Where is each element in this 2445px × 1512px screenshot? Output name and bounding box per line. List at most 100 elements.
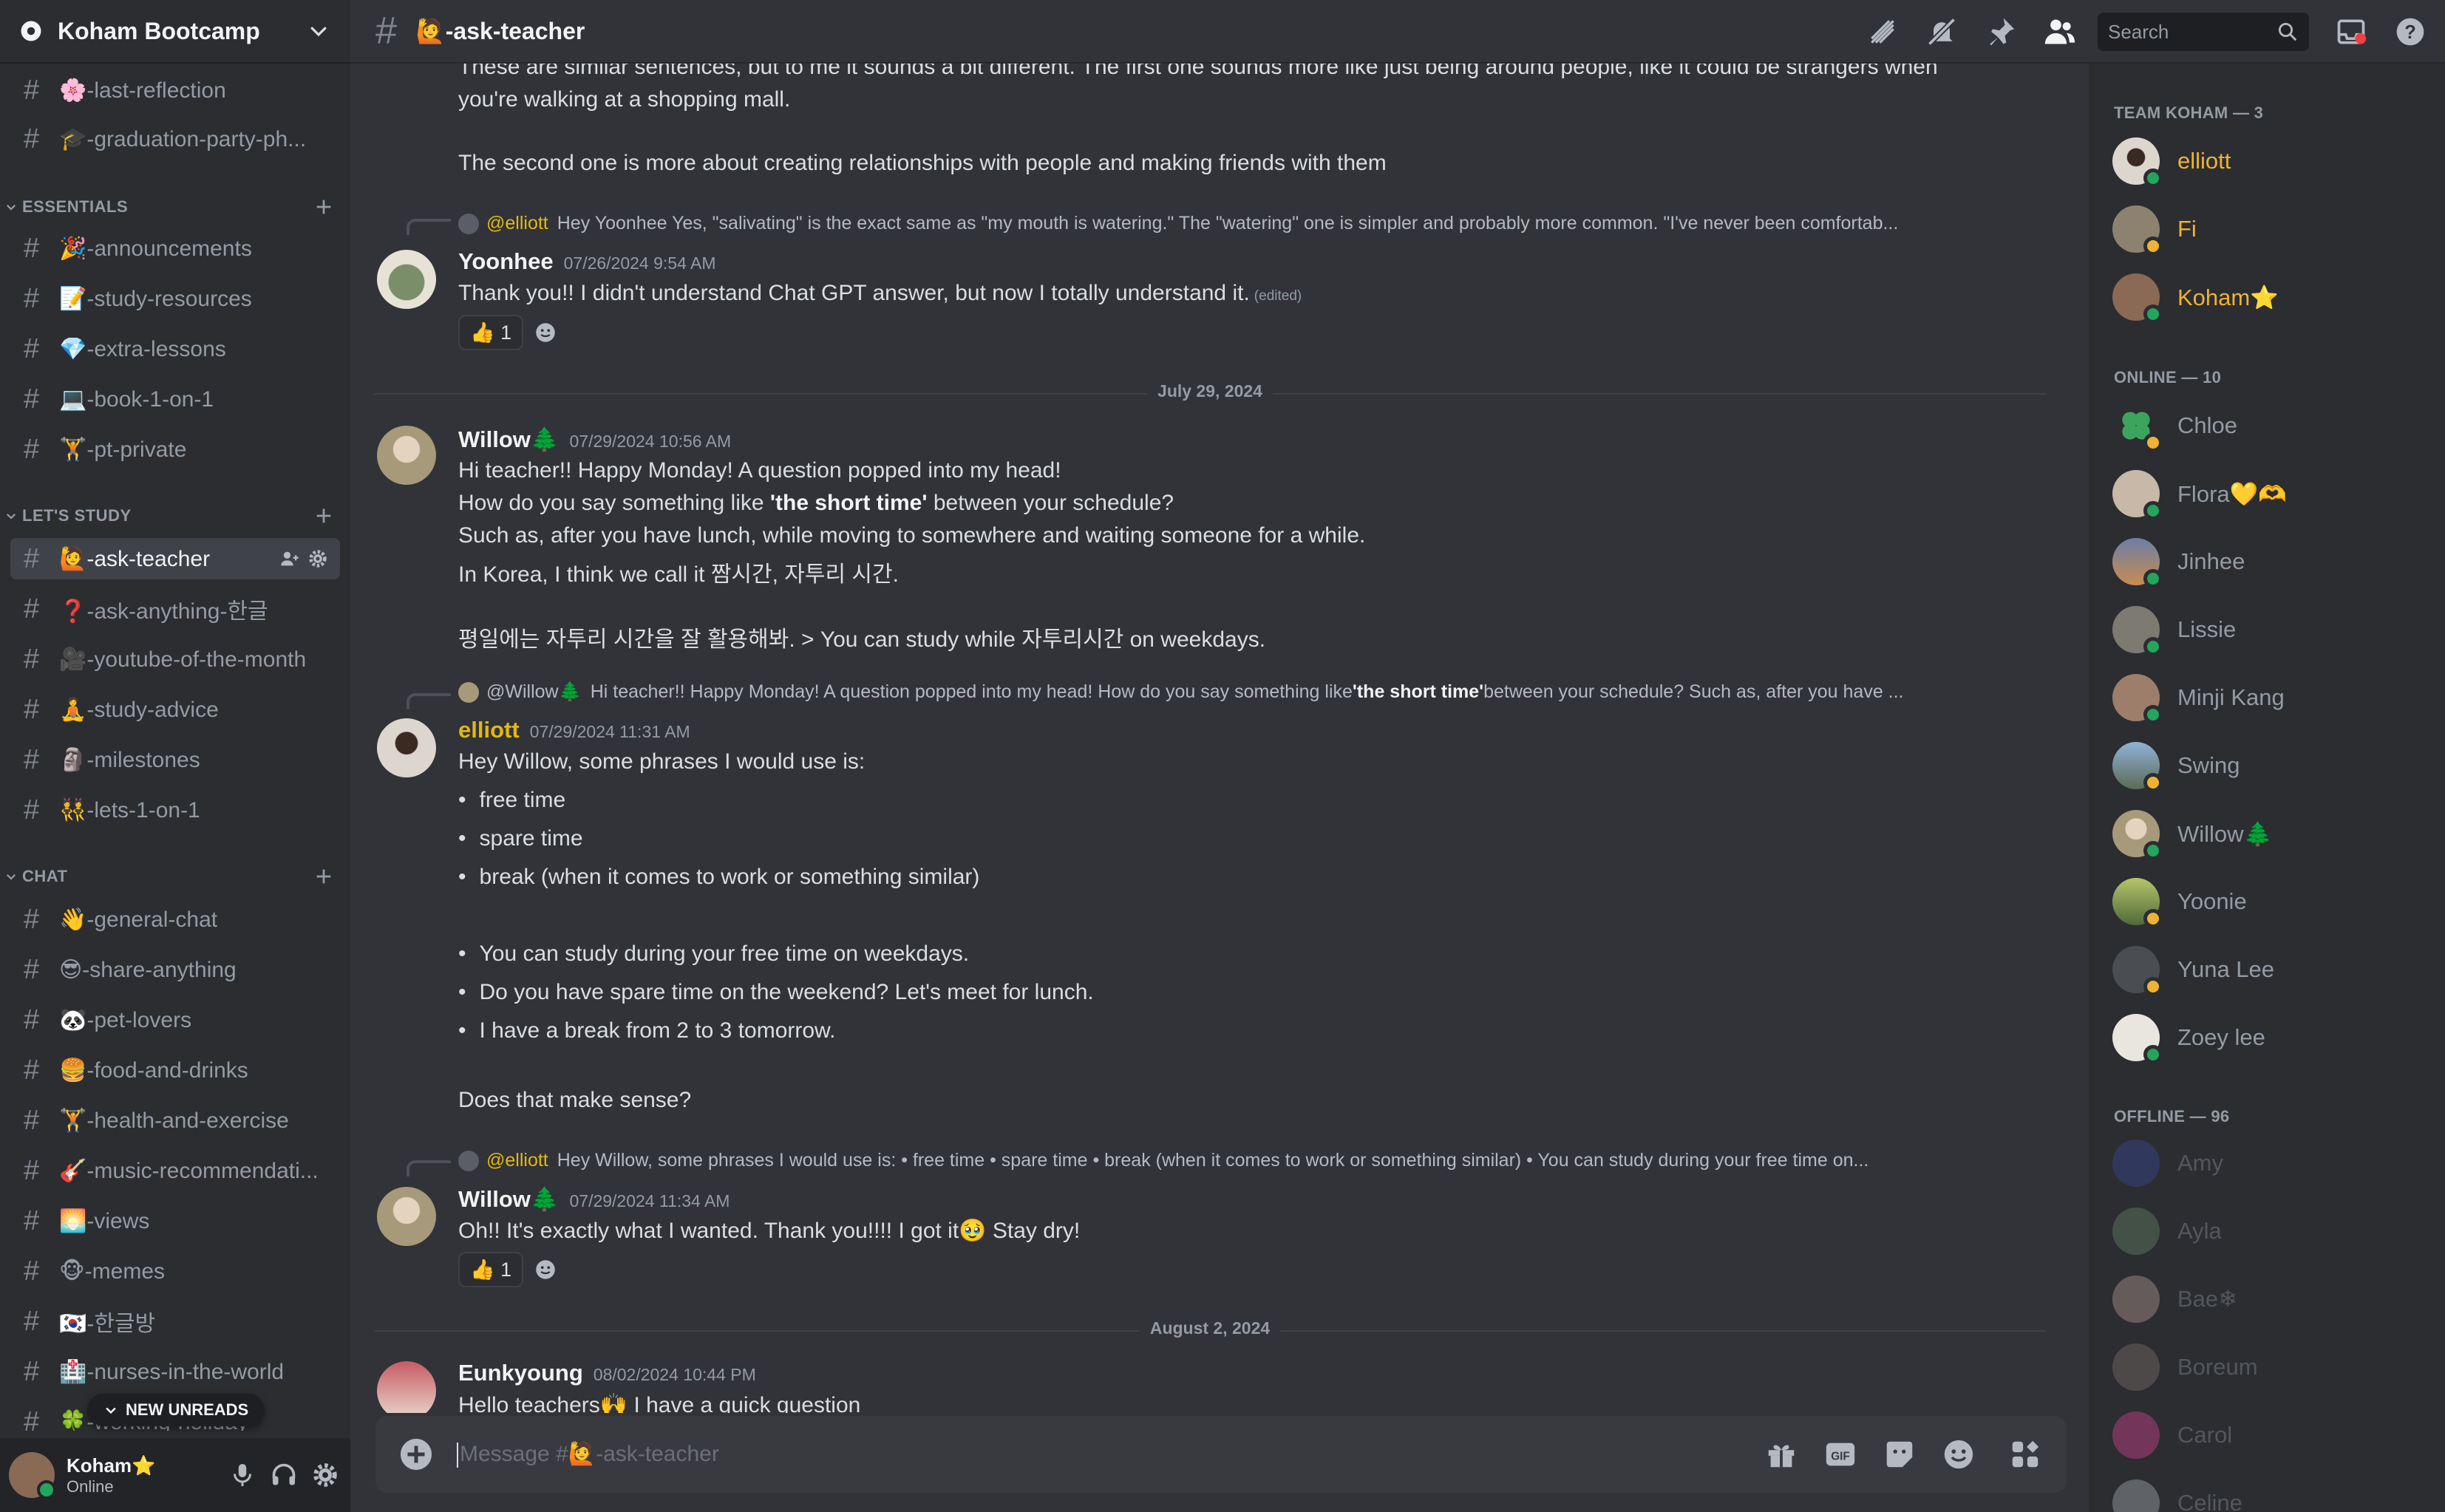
member-item[interactable]: Willow🌲 xyxy=(2112,804,2430,863)
channel-views[interactable]: # 🌅-views xyxy=(10,1200,340,1242)
channel-share-anything[interactable]: # 😎-share-anything xyxy=(10,949,340,990)
channel-pt-private[interactable]: # 🏋-pt-private xyxy=(10,429,340,470)
message-timestamp: 07/29/2024 11:31 AM xyxy=(529,722,690,741)
deafen-button[interactable] xyxy=(268,1459,300,1491)
member-item[interactable]: Jinhee xyxy=(2112,532,2430,591)
pinned-messages-button[interactable] xyxy=(1984,15,2018,49)
member-item[interactable]: Zoey lee xyxy=(2112,1008,2430,1067)
server-header[interactable]: Koham Bootcamp xyxy=(0,0,350,64)
avatar[interactable] xyxy=(377,1361,436,1413)
message-input[interactable]: Message #🙋-ask-teacher xyxy=(457,1441,1764,1468)
reply-preview[interactable]: @elliott Hey Willow, some phrases I woul… xyxy=(458,1150,2010,1171)
channel-last-reflection[interactable]: # 🌸-last-reflection xyxy=(10,69,340,111)
channel-korean-room[interactable]: # 🇰🇷-한글방 xyxy=(10,1301,340,1342)
notification-settings-button[interactable] xyxy=(1925,15,1959,49)
create-channel-plus-icon[interactable] xyxy=(313,866,334,887)
member-item[interactable]: Yoonie xyxy=(2112,872,2430,931)
channel-milestones[interactable]: # 🗿-milestones xyxy=(10,739,340,780)
category-chat[interactable]: CHAT xyxy=(4,863,344,890)
message-content: In Korea, I think we call it 짬시간, 자투리 시간… xyxy=(458,562,899,587)
message-author[interactable]: Willow🌲 07/29/2024 10:56 AM xyxy=(458,426,731,453)
reply-preview[interactable]: @Willow🌲 Hi teacher!! Happy Monday! A qu… xyxy=(458,681,2010,703)
create-channel-plus-icon[interactable] xyxy=(313,197,334,217)
gear-icon[interactable] xyxy=(307,548,328,569)
member-item[interactable]: Ayla xyxy=(2112,1202,2430,1261)
member-item[interactable]: Bae❄ xyxy=(2112,1270,2430,1329)
create-channel-plus-icon[interactable] xyxy=(313,505,334,526)
chevron-down-icon[interactable] xyxy=(307,20,330,42)
category-lets-study[interactable]: LET'S STUDY xyxy=(4,503,344,529)
search-input[interactable]: Search xyxy=(2098,13,2309,51)
channel-youtube-of-the-month[interactable]: # 🎥-youtube-of-the-month xyxy=(10,638,340,680)
member-item[interactable]: Amy xyxy=(2112,1134,2430,1193)
member-item[interactable]: Lissie xyxy=(2112,600,2430,659)
member-item[interactable]: Chloe xyxy=(2112,396,2430,455)
gift-button[interactable] xyxy=(1764,1437,1799,1472)
channel-ask-anything[interactable]: # ❓-ask-anything-한글 xyxy=(10,588,340,630)
member-item[interactable]: elliott xyxy=(2112,132,2430,191)
channel-extra-lessons[interactable]: # 💎-extra-lessons xyxy=(10,328,340,370)
channel-study-advice[interactable]: # 🧘-study-advice xyxy=(10,689,340,730)
help-button[interactable]: ? xyxy=(2393,15,2427,49)
channel-music-recommendations[interactable]: # 🎸-music-recommendati... xyxy=(10,1150,340,1191)
user-panel-names[interactable]: Koham⭐ Online xyxy=(67,1454,226,1496)
message-author[interactable]: Yoonhee 07/26/2024 9:54 AM xyxy=(458,248,716,275)
hash-icon: # xyxy=(375,10,397,52)
channel-ask-teacher[interactable]: # 🙋-ask-teacher xyxy=(10,538,340,579)
category-essentials[interactable]: ESSENTIALS xyxy=(4,194,344,220)
avatar[interactable] xyxy=(377,1187,436,1246)
avatar xyxy=(2112,1411,2160,1459)
gif-icon: GIF xyxy=(1826,1443,1855,1466)
member-item[interactable]: Minji Kang xyxy=(2112,668,2430,727)
member-item[interactable]: Carol xyxy=(2112,1406,2430,1465)
message-content: 평일에는 자투리 시간을 잘 활용해봐. > You can study whi… xyxy=(458,627,1266,652)
channel-food-and-drinks[interactable]: # 🍔-food-and-drinks xyxy=(10,1049,340,1091)
reaction-thumbs-up[interactable]: 👍 1 xyxy=(458,1252,524,1287)
member-item[interactable]: Celine xyxy=(2112,1474,2430,1512)
channel-general-chat[interactable]: # 👋-general-chat xyxy=(10,899,340,940)
add-reaction-button[interactable] xyxy=(528,1252,563,1287)
apps-button[interactable] xyxy=(2007,1437,2043,1472)
channel-book-1-on-1[interactable]: # 💻-book-1-on-1 xyxy=(10,378,340,420)
invite-icon[interactable] xyxy=(279,548,300,569)
new-unreads-button[interactable]: NEW UNREADS xyxy=(87,1394,265,1426)
emoji-picker-button[interactable] xyxy=(1941,1437,1976,1472)
channel-memes[interactable]: # 🐵-memes xyxy=(10,1250,340,1292)
reply-preview[interactable]: @elliott Hey Yoonhee Yes, "salivating" i… xyxy=(458,213,2010,234)
message-author[interactable]: Willow🌲 07/29/2024 11:34 AM xyxy=(458,1185,730,1213)
channel-graduation-party[interactable]: # 🎓-graduation-party-ph... xyxy=(10,118,340,160)
message-author[interactable]: elliott 07/29/2024 11:31 AM xyxy=(458,717,690,743)
channel-lets-1-on-1[interactable]: # 👯-lets-1-on-1 xyxy=(10,789,340,831)
avatar[interactable] xyxy=(9,1452,56,1499)
mute-mic-button[interactable] xyxy=(226,1459,259,1491)
avatar[interactable] xyxy=(377,718,436,777)
online-status-dot xyxy=(37,1480,56,1499)
hash-icon: # xyxy=(24,1355,40,1387)
avatar xyxy=(2112,606,2163,656)
channel-nurses-in-the-world[interactable]: # 🏥-nurses-in-the-world xyxy=(10,1351,340,1392)
channel-pet-lovers[interactable]: # 🐼-pet-lovers xyxy=(10,999,340,1041)
member-group-header: ONLINE — 10 xyxy=(2114,368,2222,386)
member-item[interactable]: Boreum xyxy=(2112,1338,2430,1397)
reaction-thumbs-up[interactable]: 👍 1 xyxy=(458,315,524,350)
channel-announcements[interactable]: # 🎉-announcements xyxy=(10,228,340,269)
channel-health-and-exercise[interactable]: # 🏋-health-and-exercise xyxy=(10,1100,340,1141)
member-item[interactable]: Yuna Lee xyxy=(2112,940,2430,999)
member-item[interactable]: Flora💛🫶 xyxy=(2112,464,2430,523)
gif-button[interactable]: GIF xyxy=(1823,1437,1858,1472)
hash-icon: # xyxy=(24,1154,40,1186)
member-item[interactable]: Swing xyxy=(2112,736,2430,795)
sticker-button[interactable] xyxy=(1882,1437,1917,1472)
avatar[interactable] xyxy=(377,250,436,309)
threads-button[interactable] xyxy=(1866,15,1900,49)
add-reaction-button[interactable] xyxy=(528,315,563,350)
inbox-button[interactable] xyxy=(2334,15,2368,49)
member-list-toggle[interactable] xyxy=(2043,15,2077,49)
avatar[interactable] xyxy=(377,426,436,485)
member-item[interactable]: Fi xyxy=(2112,200,2430,259)
member-item[interactable]: Koham⭐ xyxy=(2112,268,2430,327)
message-author[interactable]: Eunkyoung 08/02/2024 10:44 PM xyxy=(458,1360,756,1386)
channel-study-resources[interactable]: # 📝-study-resources xyxy=(10,278,340,319)
upload-plus-icon[interactable] xyxy=(399,1437,433,1471)
user-settings-button[interactable] xyxy=(309,1459,341,1491)
